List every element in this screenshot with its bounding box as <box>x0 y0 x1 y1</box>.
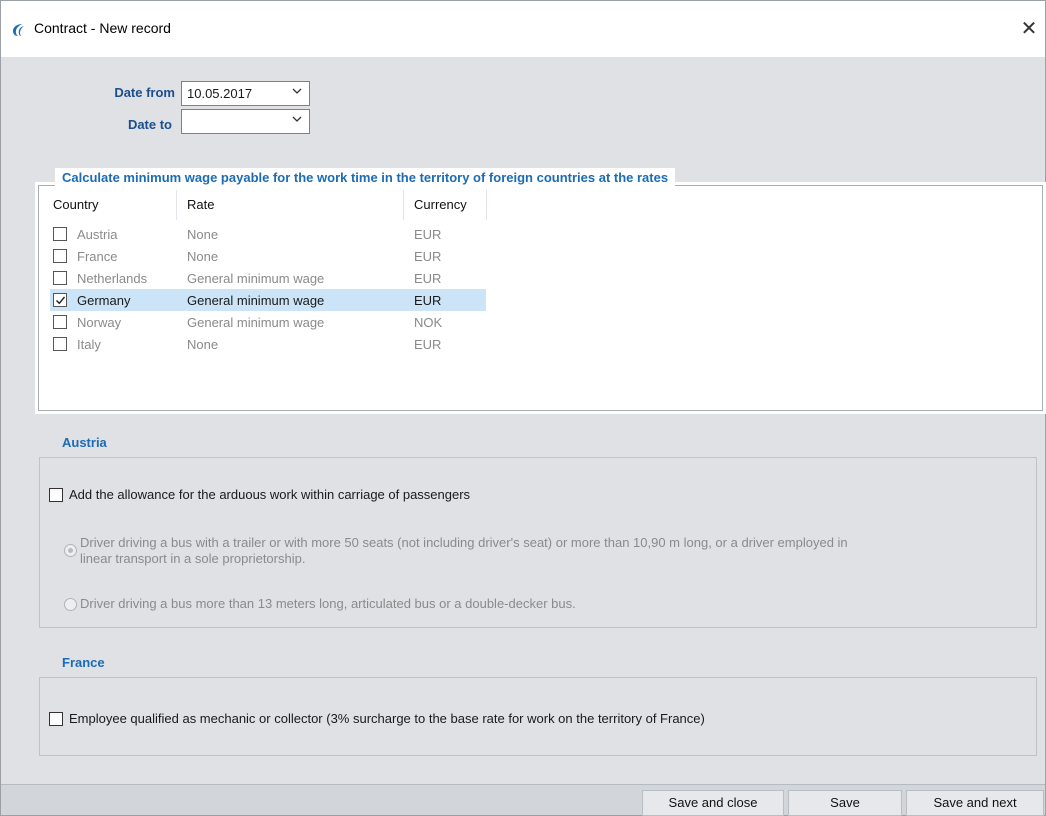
save-button[interactable]: Save <box>788 790 902 816</box>
austria-panel: Add the allowance for the arduous work w… <box>39 457 1037 628</box>
dialog-window: Contract - New record ✕ Date from 10.05.… <box>0 0 1046 816</box>
checkmark-icon <box>56 296 66 305</box>
allowance-label: Add the allowance for the arduous work w… <box>69 487 471 502</box>
column-header-rate[interactable]: Rate <box>187 190 404 220</box>
row-checkbox[interactable] <box>53 315 67 329</box>
chevron-down-icon <box>291 85 303 97</box>
date-from-dropdown[interactable]: 10.05.2017 <box>181 81 310 106</box>
table-row[interactable]: Italy None EUR <box>50 333 486 355</box>
title-bar: Contract - New record ✕ <box>1 1 1045 57</box>
rate-cell: General minimum wage <box>187 271 325 286</box>
mechanic-label: Employee qualified as mechanic or collec… <box>69 711 705 726</box>
country-cell: Italy <box>77 337 101 352</box>
footer-toolbar: Save and close Save Save and next <box>1 784 1045 816</box>
row-checkbox[interactable] <box>53 271 67 285</box>
france-section-title: France <box>62 655 105 670</box>
date-from-label: Date from <box>114 85 175 100</box>
date-to-label: Date to <box>127 117 172 132</box>
rates-group-title: Calculate minimum wage payable for the w… <box>55 168 676 187</box>
rate-cell: General minimum wage <box>187 315 325 330</box>
table-row[interactable]: Austria None EUR <box>50 223 486 245</box>
option-long-bus-radio[interactable] <box>64 598 77 611</box>
austria-section-title: Austria <box>62 435 107 450</box>
close-icon[interactable]: ✕ <box>1017 17 1041 41</box>
row-checkbox[interactable] <box>53 249 67 263</box>
date-to-dropdown[interactable] <box>181 109 310 134</box>
rate-cell: None <box>187 249 219 264</box>
rate-cell: None <box>187 227 219 242</box>
rate-cell: General minimum wage <box>187 293 325 308</box>
row-checkbox-checked[interactable] <box>53 293 67 307</box>
date-from-value: 10.05.2017 <box>187 86 253 101</box>
window-title: Contract - New record <box>34 20 171 36</box>
country-cell: France <box>77 249 118 264</box>
table-row[interactable]: France None EUR <box>50 245 486 267</box>
app-logo-icon <box>11 22 27 38</box>
chevron-down-icon <box>291 113 303 125</box>
country-cell: Austria <box>77 227 118 242</box>
currency-cell: NOK <box>414 315 443 330</box>
row-checkbox[interactable] <box>53 337 67 351</box>
save-and-next-button[interactable]: Save and next <box>906 790 1044 816</box>
country-cell: Norway <box>77 315 122 330</box>
table-row[interactable]: Norway General minimum wage NOK <box>50 311 486 333</box>
table-row[interactable]: Netherlands General minimum wage EUR <box>50 267 486 289</box>
row-checkbox[interactable] <box>53 227 67 241</box>
allowance-checkbox[interactable] <box>49 488 63 502</box>
table-row-selected[interactable]: Germany General minimum wage EUR <box>50 289 486 311</box>
currency-cell: EUR <box>414 271 442 286</box>
mechanic-checkbox[interactable] <box>49 712 63 726</box>
currency-cell: EUR <box>414 337 442 352</box>
currency-cell: EUR <box>414 227 442 242</box>
save-and-close-button[interactable]: Save and close <box>642 790 784 816</box>
currency-cell: EUR <box>414 249 442 264</box>
rate-cell: None <box>187 337 219 352</box>
country-rates-table: Country Rate Currency Austria None EUR F… <box>38 185 1043 411</box>
option-long-bus-label: Driver driving a bus more than 13 meters… <box>80 596 576 611</box>
currency-cell: EUR <box>414 293 442 308</box>
option-trailer-line2: linear transport in a sole proprietorshi… <box>80 551 306 566</box>
country-cell: Netherlands <box>77 271 148 286</box>
country-cell: Germany <box>77 293 131 308</box>
column-header-currency[interactable]: Currency <box>414 190 487 220</box>
column-header-country[interactable]: Country <box>53 190 177 220</box>
france-panel: Employee qualified as mechanic or collec… <box>39 677 1037 756</box>
option-trailer-radio[interactable] <box>64 544 77 557</box>
form-content: Date from 10.05.2017 Date to Country Rat… <box>1 57 1045 784</box>
option-trailer-line1: Driver driving a bus with a trailer or w… <box>80 535 848 550</box>
